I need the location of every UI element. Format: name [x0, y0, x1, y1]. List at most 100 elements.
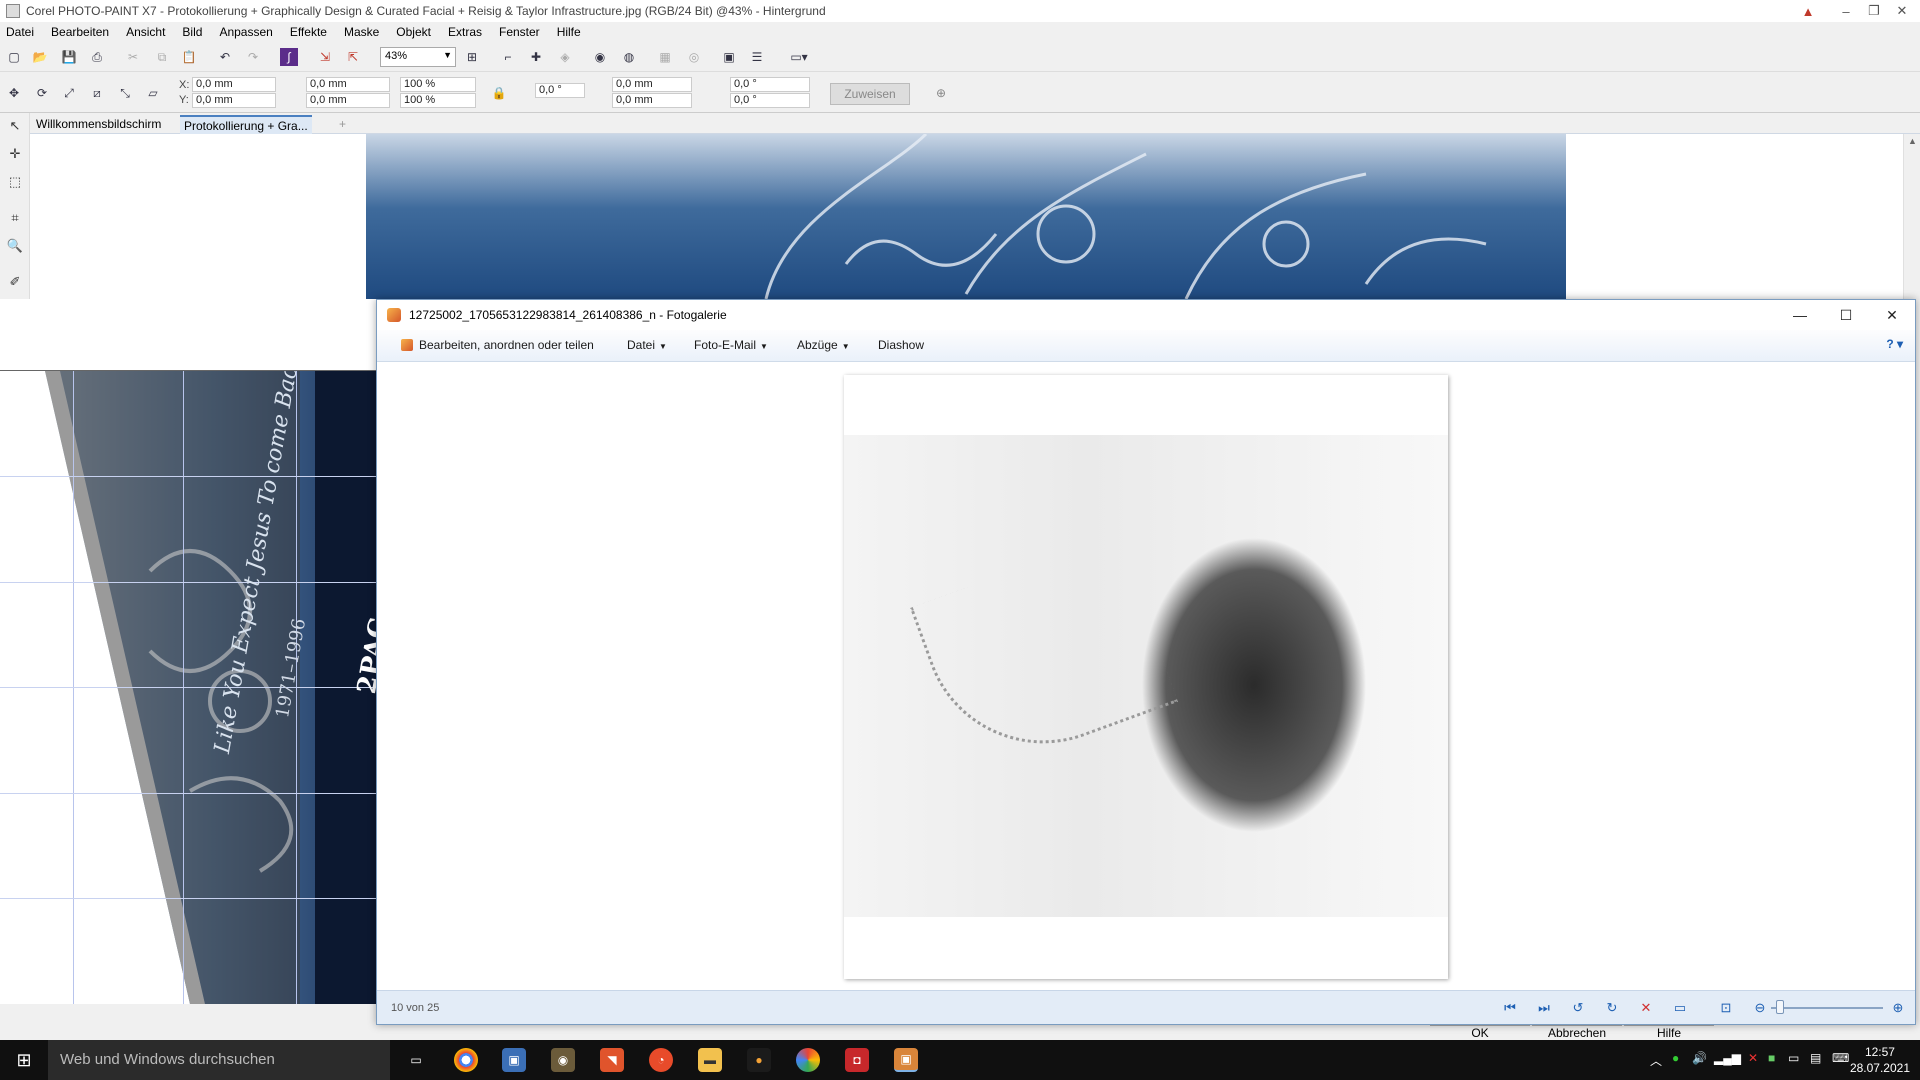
user-icon[interactable]: ▲: [1794, 0, 1822, 22]
skew-h-field[interactable]: 0,0 °: [730, 77, 810, 92]
add-icon[interactable]: ⊕: [932, 84, 950, 102]
rotate-icon[interactable]: ⟳: [33, 84, 51, 102]
copy-icon[interactable]: ⧉: [153, 48, 171, 66]
slideshow-icon[interactable]: ▭: [1671, 1000, 1689, 1016]
scroll-up-icon[interactable]: ▲: [1908, 136, 1917, 146]
next-icon[interactable]: ⏭: [1535, 1000, 1553, 1016]
notes-icon[interactable]: ▭: [1788, 1051, 1799, 1065]
export-icon[interactable]: ⇱: [344, 48, 362, 66]
vertical-scrollbar[interactable]: ▲: [1903, 134, 1920, 299]
pick-tool-icon[interactable]: ↖: [6, 117, 24, 135]
skew-v-field[interactable]: 0,0 °: [730, 93, 810, 108]
redo-icon[interactable]: ↷: [244, 48, 262, 66]
import-icon[interactable]: ⇲: [316, 48, 334, 66]
app-red-icon[interactable]: ◘: [845, 1048, 869, 1072]
mask-marquee-icon[interactable]: ◉: [591, 48, 609, 66]
center-y-field[interactable]: 0,0 mm: [612, 93, 692, 108]
menu-maske[interactable]: Maske: [344, 25, 379, 39]
menu-ansicht[interactable]: Ansicht: [126, 25, 165, 39]
rulers-icon[interactable]: ⌐: [499, 48, 517, 66]
save-icon[interactable]: 💾: [60, 48, 78, 66]
zoom-select[interactable]: 43% ▼: [380, 47, 456, 67]
help-icon[interactable]: ? ▾: [1886, 337, 1903, 351]
gallery-close-button[interactable]: ✕: [1869, 300, 1915, 330]
open-icon[interactable]: 📂: [31, 48, 49, 66]
lens-icon[interactable]: ◎: [685, 48, 703, 66]
edit-organize-share-button[interactable]: Bearbeiten, anordnen oder teilen: [401, 338, 594, 352]
rotate-left-icon[interactable]: ↺: [1569, 1000, 1587, 1016]
menu-anpassen[interactable]: Anpassen: [219, 25, 272, 39]
delete-icon[interactable]: ✕: [1637, 1000, 1655, 1016]
corel-connect-icon[interactable]: ∫: [280, 48, 298, 66]
mask-tool-icon[interactable]: ⬚: [6, 173, 24, 191]
width-field[interactable]: 0,0 mm: [306, 77, 390, 92]
new-tab-icon[interactable]: +: [335, 115, 350, 134]
guides-icon[interactable]: ✚: [527, 48, 545, 66]
menu-extras[interactable]: Extras: [448, 25, 482, 39]
height-field[interactable]: 0,0 mm: [306, 93, 390, 108]
app-colorwheel-icon[interactable]: [796, 1048, 820, 1072]
ok-button[interactable]: OK: [1430, 1025, 1530, 1041]
cut-icon[interactable]: ✂: [124, 48, 142, 66]
zoom-fit-icon[interactable]: ⊞: [463, 48, 481, 66]
lock-ratio-icon[interactable]: 🔒: [490, 84, 508, 102]
volume-icon[interactable]: 🔊: [1692, 1051, 1707, 1065]
gallery-photo-view[interactable]: [377, 362, 1915, 990]
x-field[interactable]: 0,0 mm: [192, 77, 276, 92]
file-explorer-icon[interactable]: ▬: [698, 1048, 722, 1072]
rotate-right-icon[interactable]: ↻: [1603, 1000, 1621, 1016]
app-circle-icon[interactable]: ◔: [649, 1048, 673, 1072]
zoom-slider-track[interactable]: [1771, 1007, 1883, 1009]
menu-objekt[interactable]: Objekt: [396, 25, 431, 39]
network-icon[interactable]: ▂▄▆: [1714, 1051, 1741, 1065]
scale-x-field[interactable]: 100 %: [400, 77, 476, 92]
eyedropper-tool-icon[interactable]: ✐: [6, 273, 24, 291]
object-marquee-icon[interactable]: ▦: [656, 48, 674, 66]
photo-gallery-taskbar-icon[interactable]: ▣: [894, 1048, 918, 1072]
chrome-icon[interactable]: [454, 1048, 478, 1072]
menu-bearbeiten[interactable]: Bearbeiten: [51, 25, 109, 39]
app-camera-icon[interactable]: ◉: [551, 1048, 575, 1072]
keyboard-icon[interactable]: ⌨: [1832, 1051, 1849, 1065]
scale-y-field[interactable]: 100 %: [400, 93, 476, 108]
file-menu-button[interactable]: Datei ▼: [627, 338, 667, 352]
menu-effekte[interactable]: Effekte: [290, 25, 327, 39]
nvidia-icon[interactable]: ■: [1768, 1051, 1775, 1065]
email-menu-button[interactable]: Foto-E-Mail ▼: [694, 338, 768, 352]
slideshow-button[interactable]: Diashow: [878, 338, 924, 352]
restore-button[interactable]: ❐: [1860, 0, 1888, 22]
start-icon[interactable]: ⊞: [0, 1040, 48, 1080]
menu-fenster[interactable]: Fenster: [499, 25, 540, 39]
center-x-field[interactable]: 0,0 mm: [612, 77, 692, 92]
crop-tool-icon[interactable]: ⌗: [6, 209, 24, 227]
mask-overlay-icon[interactable]: ◍: [620, 48, 638, 66]
app-pictures-icon[interactable]: ▣: [502, 1048, 526, 1072]
pan-tool-icon[interactable]: ✛: [6, 145, 24, 163]
distort-icon[interactable]: ⤡: [116, 84, 134, 102]
cancel-button[interactable]: Abbrechen: [1532, 1025, 1622, 1041]
view-options-icon[interactable]: ▣: [720, 48, 738, 66]
gallery-maximize-button[interactable]: ☐: [1823, 300, 1869, 330]
new-icon[interactable]: ▢: [5, 48, 23, 66]
prints-menu-button[interactable]: Abzüge ▼: [797, 338, 850, 352]
app-office-icon[interactable]: ◥: [600, 1048, 624, 1072]
tab-welcome[interactable]: Willkommensbildschirm: [32, 115, 165, 134]
paste-icon[interactable]: 📋: [180, 48, 198, 66]
task-view-icon[interactable]: ▭: [404, 1048, 428, 1072]
zoom-tool-icon[interactable]: 🔍: [6, 237, 24, 255]
skew-icon[interactable]: ⧄: [88, 84, 106, 102]
taskbar-search[interactable]: Web und Windows durchsuchen: [48, 1040, 390, 1080]
zoom-out-icon[interactable]: ⊖: [1751, 1000, 1769, 1016]
move-icon[interactable]: ✥: [5, 84, 23, 102]
menu-hilfe[interactable]: Hilfe: [557, 25, 581, 39]
options-list-icon[interactable]: ☰: [748, 48, 766, 66]
clock[interactable]: 12:57 28.07.2021: [1850, 1044, 1910, 1076]
zoom-slider-thumb[interactable]: [1776, 1000, 1785, 1014]
angle-field[interactable]: 0,0 °: [535, 83, 585, 98]
app-bulb-icon[interactable]: ●: [747, 1048, 771, 1072]
show-hidden-icon[interactable]: ︿: [1650, 1052, 1662, 1069]
gallery-minimize-button[interactable]: —: [1777, 300, 1823, 330]
action-center-icon[interactable]: ▤: [1810, 1051, 1821, 1065]
menu-bild[interactable]: Bild: [182, 25, 202, 39]
help-button[interactable]: Hilfe: [1624, 1025, 1714, 1041]
